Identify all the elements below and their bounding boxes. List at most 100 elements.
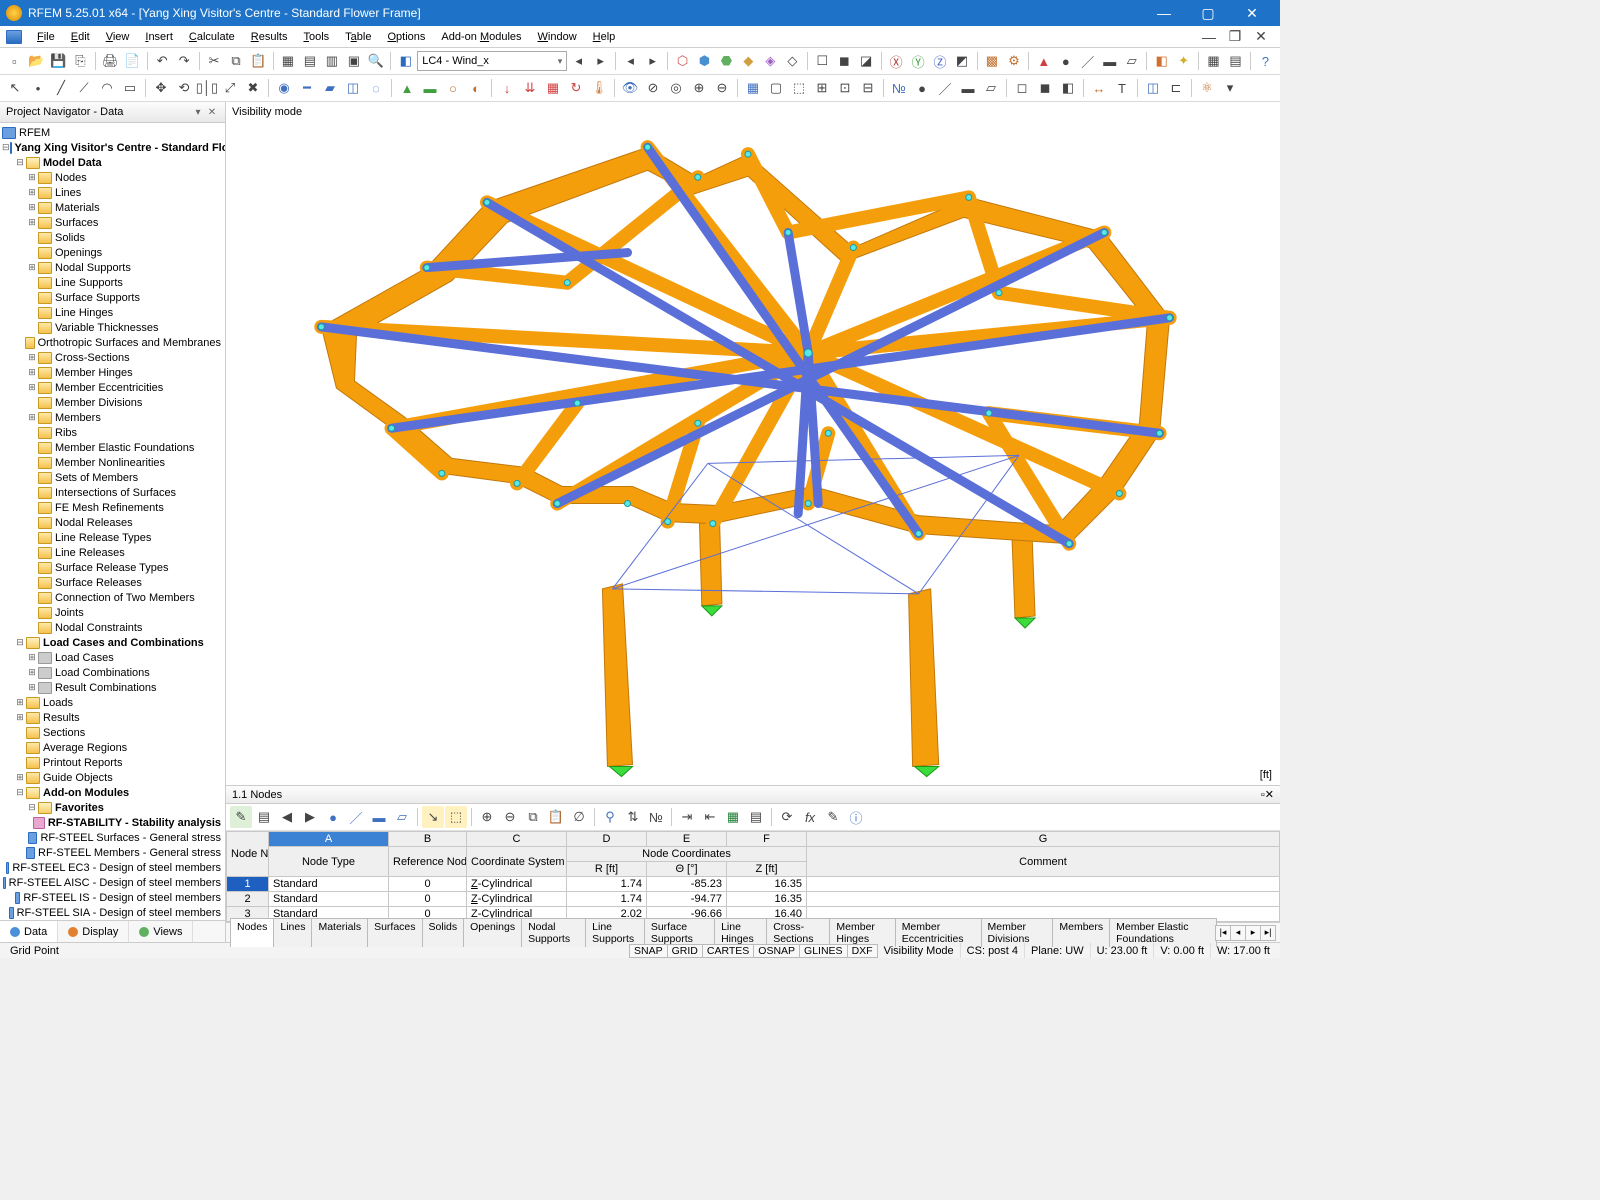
hdr-nodetype[interactable]: Node Type bbox=[269, 847, 389, 877]
results-n[interactable]: ⬢ bbox=[694, 50, 715, 72]
status-toggle[interactable]: SNAP bbox=[629, 944, 668, 958]
tt-del[interactable]: ⊖ bbox=[499, 806, 521, 828]
col-letter-e[interactable]: E bbox=[647, 832, 727, 847]
clip-tool[interactable]: ◫ bbox=[1142, 77, 1164, 99]
copy-button[interactable]: ⧉ bbox=[226, 50, 247, 72]
tt-copy[interactable]: ⧉ bbox=[522, 806, 544, 828]
mdi-restore[interactable]: ❐ bbox=[1222, 27, 1248, 47]
load-node[interactable]: ↓ bbox=[496, 77, 518, 99]
tree-model-data[interactable]: ⊟Model Data bbox=[2, 155, 225, 170]
num-surf[interactable]: ▱ bbox=[980, 77, 1002, 99]
tt-members[interactable]: ▬ bbox=[368, 806, 390, 828]
menu-window[interactable]: Window bbox=[531, 28, 584, 46]
vis-hide[interactable]: ⊘ bbox=[642, 77, 664, 99]
nav-tab-data[interactable]: Data bbox=[0, 921, 58, 942]
rect-tool[interactable]: ▭ bbox=[119, 77, 141, 99]
tree-item[interactable]: Member Divisions bbox=[2, 395, 225, 410]
redo-button[interactable]: ↷ bbox=[174, 50, 195, 72]
tree-item[interactable]: ⊞Result Combinations bbox=[2, 680, 225, 695]
help-button[interactable]: ? bbox=[1255, 50, 1276, 72]
close-button[interactable]: ✕ bbox=[1230, 0, 1274, 26]
tree-item[interactable]: Intersections of Surfaces bbox=[2, 485, 225, 500]
sup-node-tool[interactable]: ▲ bbox=[396, 77, 418, 99]
tree-item[interactable]: Solids bbox=[2, 230, 225, 245]
report-button[interactable]: 📄 bbox=[122, 50, 143, 72]
tt-lines[interactable]: ／ bbox=[345, 806, 367, 828]
vis-inv[interactable]: ⊖ bbox=[711, 77, 733, 99]
opening-tool[interactable]: ◌ bbox=[365, 77, 387, 99]
results-v[interactable]: ◆ bbox=[738, 50, 759, 72]
sup-line-tool[interactable]: ▬ bbox=[419, 77, 441, 99]
tree-favorite[interactable]: RF-STEEL Members - General stress bbox=[2, 845, 225, 860]
hdr-z[interactable]: Z [ft] bbox=[727, 862, 807, 877]
hdr-r[interactable]: R [ft] bbox=[567, 862, 647, 877]
tt-surf[interactable]: ▱ bbox=[391, 806, 413, 828]
num-line[interactable]: ／ bbox=[934, 77, 956, 99]
tree-item[interactable]: ⊞Cross-Sections bbox=[2, 350, 225, 365]
col-letter-g[interactable]: G bbox=[807, 832, 1280, 847]
filter-surf[interactable]: ▱ bbox=[1121, 50, 1142, 72]
filter-sup[interactable]: ▲ bbox=[1033, 50, 1054, 72]
menu-file[interactable]: File bbox=[30, 28, 62, 46]
filter-mem[interactable]: ▬ bbox=[1099, 50, 1120, 72]
filter-line[interactable]: ／ bbox=[1077, 50, 1098, 72]
maximize-button[interactable]: ▢ bbox=[1186, 0, 1230, 26]
col-letter-c[interactable]: C bbox=[467, 832, 567, 847]
tree-item[interactable]: Variable Thicknesses bbox=[2, 320, 225, 335]
open-button[interactable]: 📂 bbox=[26, 50, 47, 72]
load-line[interactable]: ⇊ bbox=[519, 77, 541, 99]
view-iso[interactable]: ◩ bbox=[952, 50, 973, 72]
tt-sel[interactable]: ⬚ bbox=[445, 806, 467, 828]
col-letter-d[interactable]: D bbox=[567, 832, 647, 847]
table-close[interactable]: ✕ bbox=[1265, 788, 1274, 801]
lc-icon[interactable]: ◧ bbox=[395, 50, 416, 72]
tt-paste[interactable]: 📋 bbox=[545, 806, 567, 828]
sel-win[interactable]: ⬚ bbox=[788, 77, 810, 99]
tree-item[interactable]: ⊞Members bbox=[2, 410, 225, 425]
tt-find[interactable]: ⚲ bbox=[599, 806, 621, 828]
sel-all[interactable]: ▦ bbox=[742, 77, 764, 99]
tt-filter[interactable]: ▤ bbox=[253, 806, 275, 828]
table-tab[interactable]: Nodes bbox=[230, 918, 274, 947]
col-letter-b[interactable]: B bbox=[389, 832, 467, 847]
sel-prev[interactable]: ⊟ bbox=[857, 77, 879, 99]
hinge-tool[interactable]: ○ bbox=[442, 77, 464, 99]
bg-white[interactable]: ◻ bbox=[1011, 77, 1033, 99]
anim-button[interactable]: ✦ bbox=[1173, 50, 1194, 72]
nav-tab-display[interactable]: Display bbox=[58, 921, 129, 942]
point-button[interactable]: • bbox=[27, 77, 49, 99]
tt-info[interactable]: ⓘ bbox=[845, 806, 867, 828]
tree-item[interactable]: Line Release Types bbox=[2, 530, 225, 545]
col-letter-f[interactable]: F bbox=[727, 832, 807, 847]
table-tab[interactable]: Openings bbox=[463, 918, 522, 947]
status-toggle[interactable]: GLINES bbox=[799, 944, 848, 958]
num-node[interactable]: ● bbox=[911, 77, 933, 99]
vis-all[interactable]: ⊕ bbox=[688, 77, 710, 99]
navcube-button[interactable]: ◧ bbox=[1151, 50, 1172, 72]
tree-item[interactable]: Average Regions bbox=[2, 740, 225, 755]
minimize-button[interactable]: — bbox=[1142, 0, 1186, 26]
tt-nodes[interactable]: ● bbox=[322, 806, 344, 828]
num-toggle[interactable]: № bbox=[888, 77, 910, 99]
tree-item[interactable]: Surface Supports bbox=[2, 290, 225, 305]
tree-favorite[interactable]: RF-STEEL AISC - Design of steel members bbox=[2, 875, 225, 890]
model-viewport[interactable]: Visibility mode [ft] bbox=[226, 102, 1280, 785]
display-trans[interactable]: ◪ bbox=[856, 50, 877, 72]
rotate-tool[interactable]: ⟲ bbox=[173, 77, 195, 99]
tree-item[interactable]: Orthotropic Surfaces and Membranes bbox=[2, 335, 225, 350]
filter-node[interactable]: ● bbox=[1055, 50, 1076, 72]
view-y[interactable]: Ⓨ bbox=[908, 50, 929, 72]
tab-next[interactable]: ▸ bbox=[1245, 925, 1261, 941]
menu-view[interactable]: View bbox=[99, 28, 137, 46]
table-tab[interactable]: Materials bbox=[311, 918, 368, 947]
cut-button[interactable]: ✂ bbox=[204, 50, 225, 72]
select-button[interactable]: ↖ bbox=[4, 77, 26, 99]
section-tool[interactable]: ⊏ bbox=[1165, 77, 1187, 99]
tree-item[interactable]: Connection of Two Members bbox=[2, 590, 225, 605]
tree-favorite[interactable]: RF-STABILITY - Stability analysis bbox=[2, 815, 225, 830]
tab-last[interactable]: ▸| bbox=[1260, 925, 1276, 941]
table-tab[interactable]: Solids bbox=[422, 918, 465, 947]
tree-item[interactable]: Line Supports bbox=[2, 275, 225, 290]
tree-item[interactable]: Ribs bbox=[2, 425, 225, 440]
tree-item[interactable]: ⊞Surfaces bbox=[2, 215, 225, 230]
